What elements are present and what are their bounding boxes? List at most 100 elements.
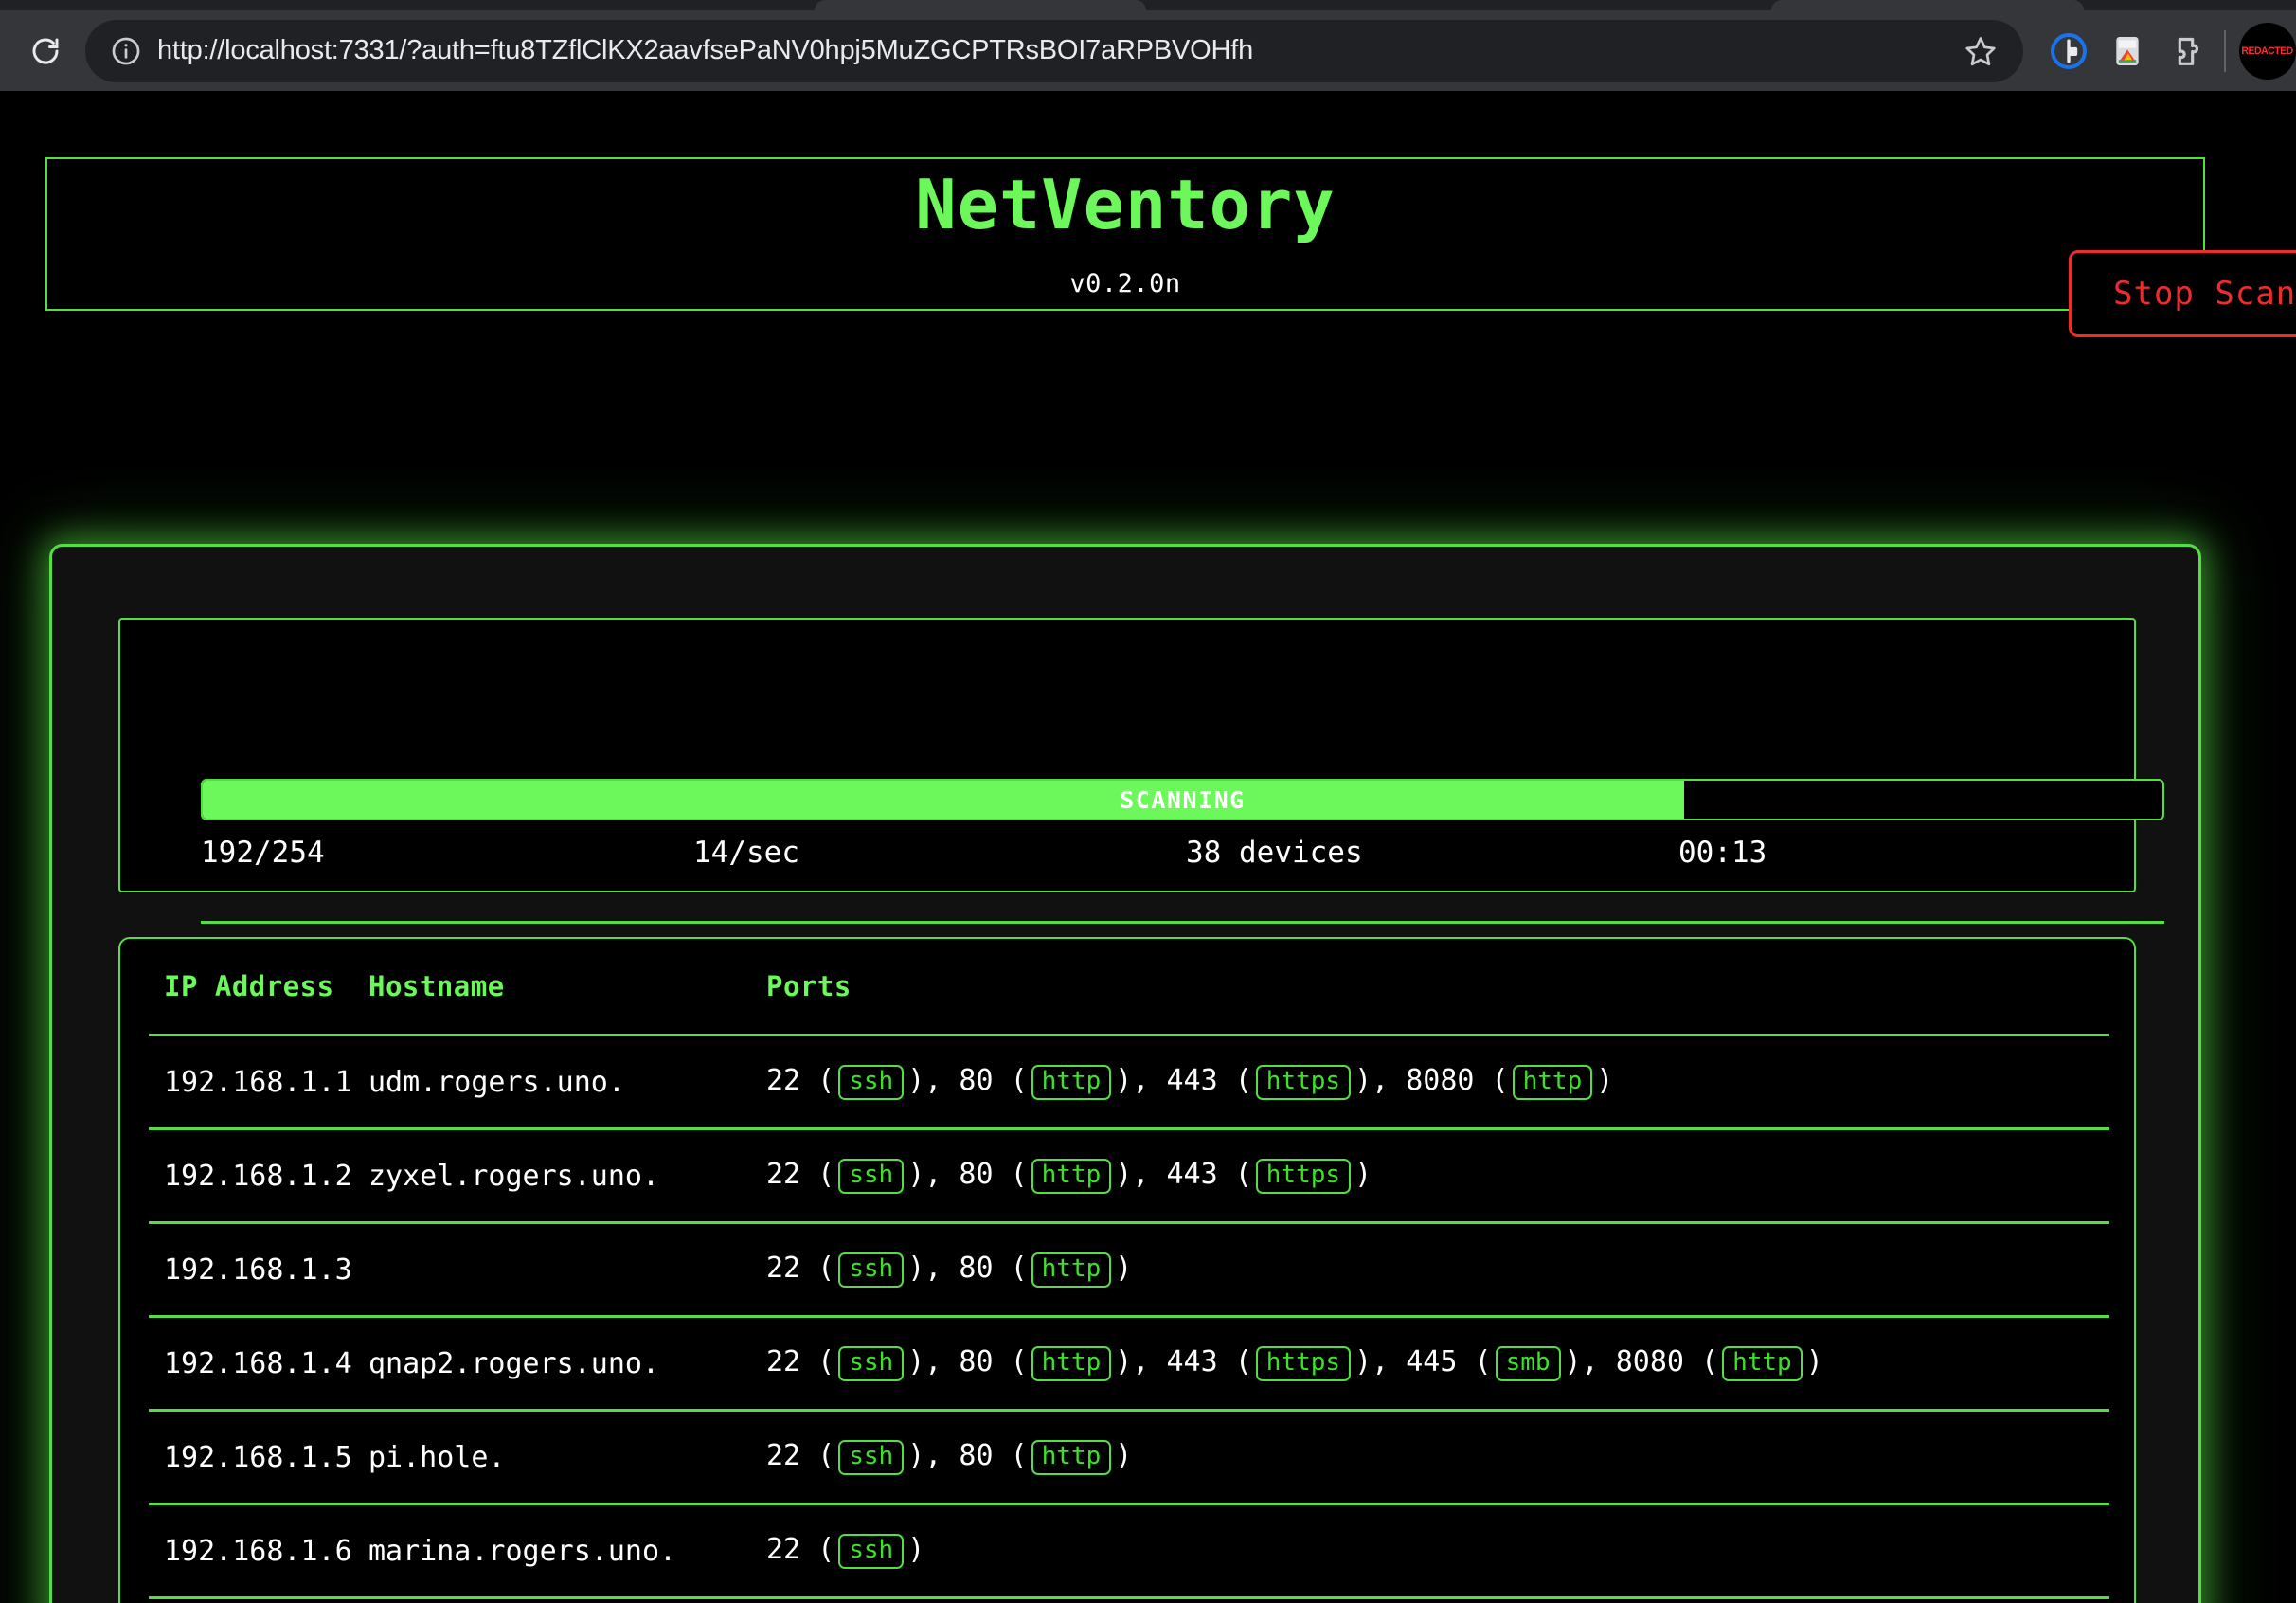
port-close-paren: )	[907, 1251, 925, 1285]
service-badge: http	[1722, 1345, 1803, 1382]
port-close-paren: )	[907, 1063, 925, 1097]
cell-hostname: pi.hole.	[368, 1440, 506, 1474]
port-number: 22 (	[766, 1438, 835, 1472]
service-badge: ssh	[838, 1064, 905, 1101]
port-number: 22 (	[766, 1157, 835, 1191]
port-close-paren: )	[907, 1532, 925, 1566]
browser-tab[interactable]	[815, 0, 1146, 10]
bookmark-button[interactable]	[1959, 29, 2002, 73]
cell-hostname: marina.rogers.uno.	[368, 1534, 677, 1568]
port-close-paren: )	[1354, 1157, 1372, 1191]
table-row[interactable]: 192.168.1.1 udm.rogers.uno. 22 (ssh), 80 (…	[149, 1034, 2109, 1127]
star-icon	[1965, 36, 1996, 65]
port-entry: , 8080 (http)	[1582, 1344, 1823, 1382]
reload-button[interactable]	[19, 25, 72, 78]
table-row[interactable]: 192.168.1.5 pi.hole. 22 (ssh), 80 (http)	[149, 1409, 2109, 1503]
service-badge: https	[1255, 1158, 1352, 1195]
table-row[interactable]: 192.168.1.4 qnap2.rogers.uno. 22 (ssh), 80…	[149, 1315, 2109, 1409]
cell-hostname: zyxel.rogers.uno.	[368, 1159, 660, 1193]
service-badge: http	[1031, 1064, 1112, 1101]
avatar[interactable]: REDACTED	[2239, 22, 2296, 80]
column-header-ip: IP Address	[164, 970, 334, 1002]
service-badge: http	[1031, 1252, 1112, 1288]
cell-ports: 22 (ssh), 80 (http), 443 (https), 445 (s…	[766, 1344, 2109, 1382]
service-badge: ssh	[838, 1533, 905, 1570]
port-number: , 80 (	[924, 1251, 1028, 1285]
extension-color-icon[interactable]	[2107, 30, 2148, 72]
service-badge: smb	[1495, 1345, 1561, 1382]
port-close-paren: )	[1805, 1344, 1823, 1378]
table-row[interactable]: 192.168.1.7li22 (s)	[149, 1596, 2109, 1603]
column-header-hostname: Hostname	[368, 970, 505, 1002]
port-number: 22 (	[766, 1344, 835, 1378]
extension-shield-icon[interactable]	[2048, 30, 2090, 72]
port-close-paren: )	[1115, 1063, 1133, 1097]
port-number: , 443 (	[1132, 1157, 1252, 1191]
cell-ip: 192.168.1.1	[164, 1065, 352, 1099]
device-table: IP Address Hostname Ports 192.168.1.1 udm…	[149, 939, 2109, 1603]
table-row[interactable]: 192.168.1.6 marina.rogers.uno. 22 (ssh)	[149, 1503, 2109, 1596]
port-number: , 443 (	[1132, 1344, 1252, 1378]
colorpicker-icon	[2116, 36, 2139, 65]
table-body: 192.168.1.1 udm.rogers.uno. 22 (ssh), 80 (…	[149, 1034, 2109, 1603]
port-entry: 22 (ssh)	[766, 1344, 925, 1382]
port-entry: , 445 (smb)	[1372, 1344, 1582, 1382]
site-info-icon[interactable]	[104, 29, 148, 73]
info-circle-icon	[112, 37, 140, 64]
port-number: 22 (	[766, 1532, 835, 1566]
port-entry: , 80 (http)	[924, 1157, 1133, 1195]
table-header-row: IP Address Hostname Ports	[149, 939, 2109, 1034]
service-badge: ssh	[838, 1158, 905, 1195]
table-row[interactable]: 192.168.1.3 22 (ssh), 80 (http)	[149, 1221, 2109, 1315]
service-badge: ssh	[838, 1345, 905, 1382]
port-number: , 443 (	[1132, 1063, 1252, 1097]
port-entry: , 8080 (http)	[1372, 1063, 1613, 1101]
port-entry: , 443 (https)	[1132, 1157, 1372, 1195]
port-entry: , 80 (http)	[924, 1063, 1133, 1101]
extension-icons	[2048, 30, 2211, 72]
main-panel: SCANNING 192/254 14/sec 38 devices 00:13…	[49, 544, 2201, 1603]
port-entry: , 80 (http)	[924, 1251, 1133, 1288]
app-header-panel: NetVentory v0.2.0n	[45, 157, 2205, 311]
page-content: NetVentory v0.2.0n Stop Scan SCANNING 19…	[0, 91, 2296, 1603]
service-badge: http	[1031, 1345, 1112, 1382]
cell-ip: 192.168.1.5	[164, 1440, 352, 1474]
app-version: v0.2.0n	[1069, 268, 1181, 298]
port-entry: , 80 (http)	[924, 1438, 1133, 1476]
scan-progress-bar: SCANNING	[201, 779, 2164, 820]
port-number: , 445 (	[1372, 1344, 1492, 1378]
avatar-label: REDACTED	[2241, 45, 2294, 57]
port-close-paren: )	[1115, 1157, 1133, 1191]
extension-puzzle-icon[interactable]	[2165, 30, 2207, 72]
omnibox[interactable]: http://localhost:7331/?auth=ftu8TZflClKX…	[85, 19, 2023, 82]
cell-ip: 192.168.1.6	[164, 1534, 352, 1568]
port-number: , 80 (	[924, 1344, 1028, 1378]
service-badge: https	[1255, 1064, 1352, 1101]
table-row[interactable]: 192.168.1.2 zyxel.rogers.uno. 22 (ssh), 80…	[149, 1127, 2109, 1221]
port-entry: 22 (ssh)	[766, 1157, 925, 1195]
port-entry: 22 (ssh)	[766, 1532, 925, 1570]
cell-ports: 22 (ssh)	[766, 1532, 2109, 1570]
device-table-panel: IP Address Hostname Ports 192.168.1.1 udm…	[118, 937, 2136, 1603]
port-number: 22 (	[766, 1251, 835, 1285]
port-close-paren: )	[1564, 1344, 1582, 1378]
cell-hostname: udm.rogers.uno.	[368, 1065, 625, 1099]
port-close-paren: )	[907, 1344, 925, 1378]
port-close-paren: )	[1115, 1438, 1133, 1472]
service-badge: https	[1255, 1345, 1352, 1382]
port-close-paren: )	[1115, 1251, 1133, 1285]
puzzle-icon	[2178, 37, 2198, 65]
service-badge: http	[1031, 1439, 1112, 1476]
stop-scan-button[interactable]: Stop Scan	[2069, 250, 2296, 337]
browser-tab[interactable]	[1771, 0, 2084, 10]
scan-status-label: SCANNING	[1120, 785, 1246, 814]
port-number: , 8080 (	[1372, 1063, 1509, 1097]
stat-elapsed: 00:13	[1678, 836, 1767, 870]
cell-ports: 22 (ssh), 80 (http)	[766, 1252, 2109, 1288]
port-entry: 22 (ssh)	[766, 1251, 925, 1288]
url-text: http://localhost:7331/?auth=ftu8TZflClKX…	[157, 35, 1254, 65]
cell-ip: 192.168.1.2	[164, 1159, 352, 1193]
service-badge: http	[1031, 1158, 1112, 1195]
stat-rate: 14/sec	[693, 836, 799, 870]
port-close-paren: )	[907, 1157, 925, 1191]
